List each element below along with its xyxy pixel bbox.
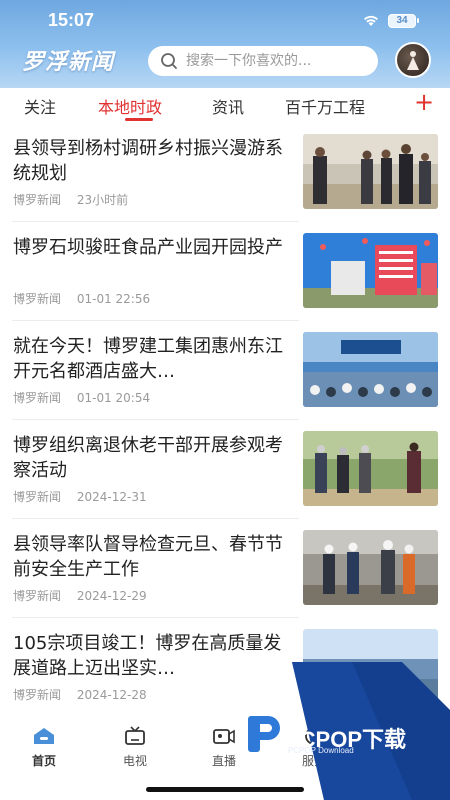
- article-source: 博罗新闻: [13, 292, 62, 306]
- article-meta: 博罗新闻 01-01 22:56: [13, 290, 150, 307]
- article-meta: 博罗新闻 2024-12-31: [13, 488, 147, 505]
- home-indicator: [146, 787, 304, 792]
- list-item[interactable]: 就在今天！博罗建工集团惠州东江开元名都酒店盛大… 博罗新闻 01-01 20:5…: [0, 322, 450, 421]
- nav-tv[interactable]: 电视: [105, 726, 165, 769]
- article-thumbnail: [303, 332, 438, 407]
- article-title: 105宗项目竣工！博罗在高质量发展道路上迈出坚实…: [13, 633, 282, 679]
- article-source: 博罗新闻: [13, 193, 62, 207]
- tab-hundred-thousand-project[interactable]: 百千万工程: [285, 94, 365, 118]
- article-title: 博罗组织离退休老干部开展参观考察活动: [13, 435, 283, 481]
- wifi-icon: [364, 15, 378, 26]
- divider: [12, 419, 299, 420]
- app-header: 15:07 34 罗浮新闻: [0, 0, 450, 88]
- tv-icon: [125, 726, 145, 745]
- list-item[interactable]: 博罗组织离退休老干部开展参观考察活动 博罗新闻 2024-12-31: [0, 421, 450, 520]
- tab-follow[interactable]: 关注: [24, 94, 56, 118]
- tab-news[interactable]: 资讯: [212, 94, 244, 118]
- list-item[interactable]: 县领导率队督导检查元旦、春节节前安全生产工作 博罗新闻 2024-12-29: [0, 520, 450, 619]
- article-source: 博罗新闻: [13, 391, 62, 405]
- article-meta: 博罗新闻 01-01 20:54: [13, 389, 150, 406]
- article-title: 县领导率队督导检查元旦、春节节前安全生产工作: [13, 534, 283, 580]
- home-icon: [34, 728, 54, 744]
- article-title: 就在今天！博罗建工集团惠州东江开元名都酒店盛大…: [13, 336, 283, 382]
- search-input[interactable]: [186, 50, 366, 72]
- watermark-subtext: PCPOP Download: [288, 746, 354, 755]
- divider: [12, 221, 299, 222]
- video-icon: [213, 729, 235, 744]
- article-title: 博罗石坝骏旺食品产业园开园投产: [13, 237, 283, 258]
- article-meta: 博罗新闻 23小时前: [13, 191, 128, 208]
- search-bar[interactable]: [148, 46, 378, 76]
- article-source: 博罗新闻: [13, 688, 62, 702]
- article-source: 博罗新闻: [13, 589, 62, 603]
- active-tab-indicator: [125, 118, 153, 121]
- list-item[interactable]: 博罗石坝骏旺食品产业园开园投产 博罗新闻 01-01 22:56: [0, 223, 450, 322]
- article-title: 县领导到杨村调研乡村振兴漫游系统规划: [13, 138, 283, 184]
- divider: [12, 518, 299, 519]
- add-tab-icon[interactable]: +: [414, 88, 434, 116]
- nav-label: 电视: [122, 754, 147, 768]
- user-avatar[interactable]: [395, 42, 431, 78]
- article-date: 2024-12-29: [76, 589, 147, 603]
- status-bar: 15:07 34: [0, 0, 450, 40]
- article-date: 01-01 22:56: [76, 292, 151, 306]
- app-logo: 罗浮新闻: [22, 49, 115, 75]
- category-tabs: 关注 本地时政 资讯 百千万工程 +: [0, 88, 450, 122]
- list-item[interactable]: 县领导到杨村调研乡村振兴漫游系统规划 博罗新闻 23小时前: [0, 124, 450, 223]
- article-meta: 博罗新闻 2024-12-28: [13, 686, 147, 703]
- search-icon: [161, 53, 177, 69]
- article-thumbnail: [303, 530, 438, 605]
- article-date: 2024-12-28: [76, 688, 147, 702]
- article-date: 23小时前: [76, 193, 129, 207]
- watermark-logo-icon: [248, 716, 280, 752]
- divider: [12, 617, 299, 618]
- tab-local-politics[interactable]: 本地时政: [98, 94, 162, 118]
- divider: [12, 320, 299, 321]
- article-meta: 博罗新闻 2024-12-29: [13, 587, 147, 604]
- article-thumbnail: [303, 134, 438, 209]
- article-source: 博罗新闻: [13, 490, 62, 504]
- article-date: 2024-12-31: [76, 490, 147, 504]
- article-thumbnail: [303, 431, 438, 506]
- nav-home[interactable]: 首页: [14, 726, 74, 769]
- status-time: 15:07: [48, 10, 95, 30]
- article-thumbnail: [303, 233, 438, 308]
- battery-indicator: 34: [388, 14, 419, 28]
- article-date: 01-01 20:54: [76, 391, 151, 405]
- avatar-figure-icon: [407, 51, 419, 70]
- nav-label: 首页: [31, 754, 56, 768]
